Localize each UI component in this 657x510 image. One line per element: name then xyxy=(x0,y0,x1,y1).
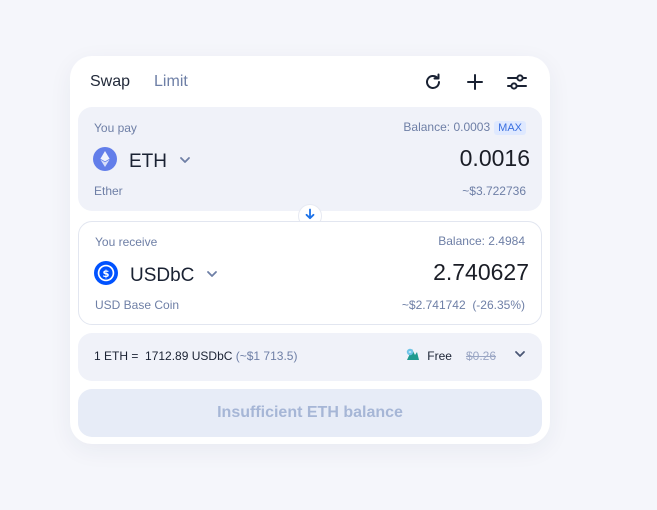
receive-token-symbol: USDbC xyxy=(130,264,195,286)
receive-panel: You receive Balance: 2.4984 $ USDbC 2.74… xyxy=(78,221,542,325)
receive-token-selector[interactable]: $ USDbC xyxy=(94,261,218,290)
rate-usd: (~$1 713.5) xyxy=(235,349,298,363)
max-button[interactable]: MAX xyxy=(494,121,526,135)
rate-row[interactable]: 1 ETH = 1712.89 USDbC (~$1 713.5) Free $… xyxy=(78,333,542,381)
toolbar xyxy=(422,71,528,93)
settings-sliders-icon[interactable] xyxy=(506,71,528,93)
pay-token-selector[interactable]: ETH xyxy=(93,147,191,176)
chevron-down-icon xyxy=(179,153,191,171)
receive-token-name: USD Base Coin xyxy=(95,298,180,312)
receive-usd-value: ~$2.741742 xyxy=(401,298,466,312)
pay-usd-value: ~$3.722736 xyxy=(462,184,526,198)
receive-label: You receive xyxy=(95,235,158,249)
insufficient-balance-button[interactable]: Insufficient ETH balance xyxy=(78,389,542,437)
tab-swap[interactable]: Swap xyxy=(90,72,130,92)
tab-bar: Swap Limit xyxy=(90,72,188,92)
pay-balance-row: Balance: 0.0003 MAX xyxy=(403,120,526,135)
tab-limit[interactable]: Limit xyxy=(154,72,188,92)
receive-balance: Balance: 2.4984 xyxy=(438,234,525,248)
pay-panel: You pay Balance: 0.0003 MAX ETH 0.0016 Et… xyxy=(78,107,542,211)
chevron-down-icon[interactable] xyxy=(514,348,526,363)
fee-info: Free $0.26 xyxy=(405,346,526,365)
plus-icon[interactable] xyxy=(464,71,486,93)
rate-text: 1 ETH = 1712.89 USDbC xyxy=(94,349,233,363)
chevron-down-icon xyxy=(206,267,218,285)
receive-amount: 2.740627 xyxy=(433,259,529,285)
exchange-rate: 1 ETH = 1712.89 USDbC (~$1 713.5) xyxy=(94,349,297,363)
pay-label: You pay xyxy=(94,121,137,135)
usdbc-icon: $ xyxy=(94,261,118,290)
refresh-icon[interactable] xyxy=(422,71,444,93)
pay-token-symbol: ETH xyxy=(129,150,167,172)
pay-amount-input[interactable]: 0.0016 xyxy=(460,145,530,172)
svg-text:$: $ xyxy=(103,269,110,280)
receive-usd-row: ~$2.741742 (-26.35%) xyxy=(402,298,525,312)
pay-token-name: Ether xyxy=(94,184,123,198)
gas-station-icon xyxy=(405,346,421,365)
pay-balance: Balance: 0.0003 xyxy=(403,120,491,134)
eth-icon xyxy=(93,147,117,176)
swap-card: Swap Limit You pay Balance: 0.0003 MAX E… xyxy=(70,56,550,444)
fee-label: Free xyxy=(427,348,452,363)
price-impact: (-26.35%) xyxy=(472,298,525,312)
fee-old-value: $0.26 xyxy=(465,348,496,363)
